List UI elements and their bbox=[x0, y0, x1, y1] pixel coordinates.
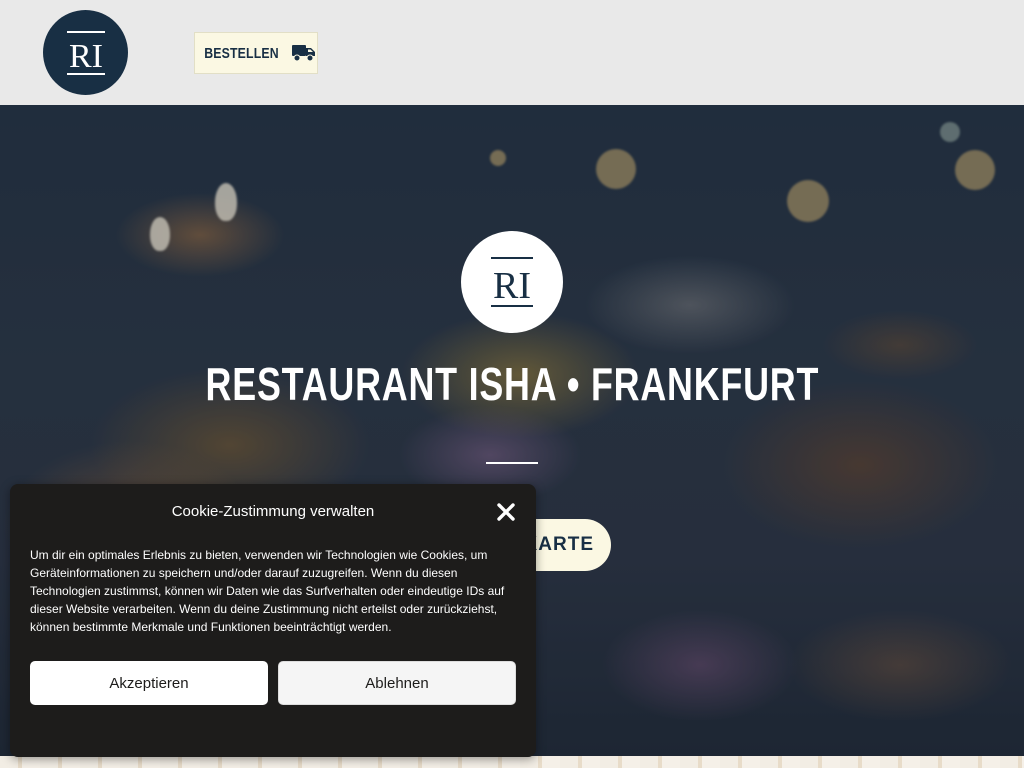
ri-monogram-icon: RI bbox=[491, 257, 533, 307]
cookie-description: Um dir ein optimales Erlebnis zu bieten,… bbox=[30, 548, 505, 634]
order-button-label: BESTELLEN bbox=[203, 44, 279, 62]
cookie-consent-dialog: Cookie-Zustimmung verwalten Um dir ein o… bbox=[10, 484, 536, 757]
svg-text:RI: RI bbox=[69, 38, 103, 75]
site-logo[interactable]: RI bbox=[43, 10, 128, 95]
title-divider bbox=[486, 462, 538, 464]
decorative-pattern-strip bbox=[0, 756, 1024, 768]
hero-logo: RI bbox=[461, 231, 563, 333]
decline-button[interactable]: Ablehnen bbox=[278, 661, 516, 705]
accept-button[interactable]: Akzeptieren bbox=[30, 661, 268, 705]
cookie-dialog-title: Cookie-Zustimmung verwalten bbox=[171, 503, 375, 520]
truck-icon bbox=[292, 45, 316, 62]
ri-monogram-icon: RI bbox=[66, 30, 105, 75]
close-icon[interactable] bbox=[496, 502, 516, 522]
page-title: RESTAURANT ISHA • FRANKFURT bbox=[205, 358, 819, 410]
order-button[interactable]: BESTELLEN bbox=[194, 32, 318, 74]
svg-text:RI: RI bbox=[493, 265, 531, 307]
site-header: RI BESTELLEN bbox=[0, 0, 1024, 105]
